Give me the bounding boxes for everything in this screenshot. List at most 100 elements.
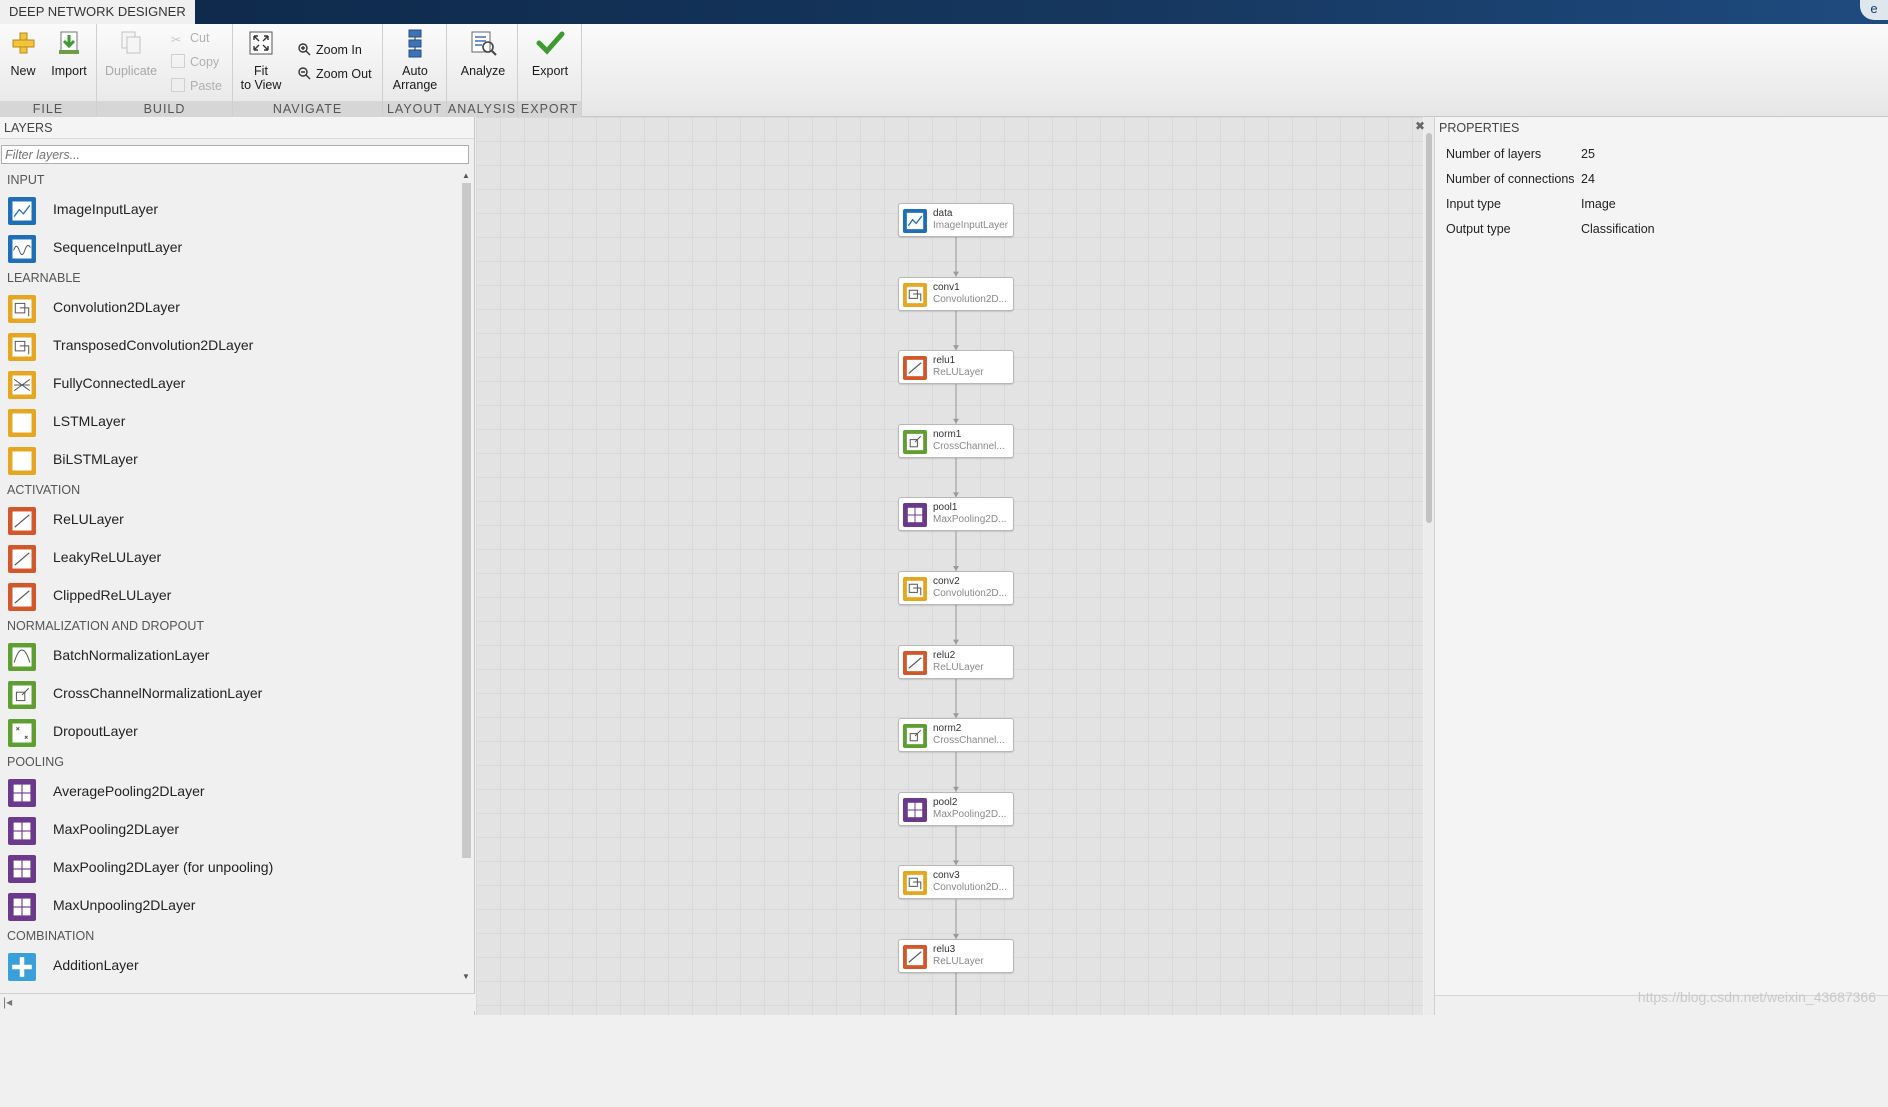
layer-node-data[interactable]: data ImageInputLayer: [898, 203, 1014, 237]
layer-list-item-label: AveragePooling2DLayer: [53, 783, 205, 799]
layer-list-item[interactable]: MaxUnpooling2DLayer: [0, 887, 458, 925]
layer-list-item-label: DropoutLayer: [53, 723, 138, 739]
export-button[interactable]: Export: [528, 28, 572, 78]
copy-button[interactable]: Copy: [171, 52, 219, 72]
canvas-scrollbar[interactable]: [1424, 117, 1434, 1015]
layer-node-conv1[interactable]: conv1 Convolution2D...: [898, 276, 1014, 311]
node-name: relu1: [933, 355, 956, 367]
leaky-relu-icon: [8, 545, 37, 573]
category-header: NORMALIZATION AND DROPOUT: [0, 615, 458, 637]
file-group-label: FILE: [0, 101, 96, 117]
property-row: Number of layers 25: [1446, 147, 1595, 161]
scroll-up-icon[interactable]: ▲: [461, 171, 471, 181]
layers-panel-header: LAYERS: [0, 117, 474, 139]
property-row: Output type Classification: [1446, 222, 1655, 236]
help-icon[interactable]: e: [1860, 0, 1888, 20]
layer-list-item[interactable]: LSTMLayer: [0, 403, 458, 441]
node-type: Convolution2D...: [933, 293, 1007, 305]
layer-list-item[interactable]: ClippedReLULayer: [0, 577, 458, 615]
max-unpooling-icon: [8, 893, 37, 921]
properties-header: PROPERTIES: [1435, 117, 1888, 139]
layer-list-item[interactable]: ReLULayer: [0, 501, 458, 539]
input-layer-icon: [903, 209, 927, 233]
layer-node-pool1[interactable]: pool1 MaxPooling2D...: [898, 497, 1014, 532]
layer-list-item[interactable]: FullyConnectedLayer: [0, 365, 458, 403]
layer-list-item[interactable]: AdditionLayer: [0, 947, 458, 985]
layer-list-item[interactable]: ImageInputLayer: [0, 191, 458, 229]
new-button[interactable]: New: [5, 28, 41, 78]
layer-list-item[interactable]: TransposedConvolution2DLayer: [0, 327, 458, 365]
relu-layer-icon: [903, 356, 927, 381]
node-name: data: [933, 208, 953, 219]
node-type: MaxPooling2D...: [933, 808, 1007, 820]
convolution-icon: [8, 295, 37, 323]
properties-panel: PROPERTIES Number of layers 25 Number of c…: [1434, 117, 1888, 1015]
conv-layer-icon: [903, 577, 927, 601]
layer-list-item-label: TransposedConvolution2DLayer: [53, 337, 254, 353]
category-header: COMBINATION: [0, 925, 458, 947]
pool-layer-icon: [903, 797, 927, 822]
paste-button[interactable]: Paste: [171, 76, 222, 96]
layer-node-relu1[interactable]: relu1 ReLULayer: [898, 350, 1014, 385]
layer-list-item-label: MaxPooling2DLayer: [53, 821, 180, 837]
export-group-label: EXPORT: [518, 101, 581, 117]
scroll-down-icon[interactable]: ▼: [461, 972, 471, 982]
analyze-button[interactable]: Analyze: [457, 28, 509, 78]
layer-list-item[interactable]: SequenceInputLayer: [0, 229, 458, 267]
layer-node-relu3[interactable]: relu3 ReLULayer: [898, 939, 1014, 973]
lstm-icon: [8, 409, 37, 437]
layer-list-item[interactable]: MaxPooling2DLayer (for unpooling): [0, 849, 458, 887]
layer-list-scrollbar[interactable]: ▲ ▼: [459, 169, 473, 984]
navigate-group-label: NAVIGATE: [233, 101, 382, 117]
property-value: 25: [1581, 147, 1595, 161]
property-key: Input type: [1446, 197, 1501, 211]
zoom-out-icon: [298, 67, 311, 80]
cut-button[interactable]: ✂ Cut: [171, 28, 209, 48]
layer-list-item[interactable]: AveragePooling2DLayer: [0, 773, 458, 811]
fit-to-view-button[interactable]: Fit to View: [237, 28, 285, 92]
file-group: New Import FILE: [0, 24, 97, 117]
layer-list-item[interactable]: Convolution2DLayer: [0, 289, 458, 327]
canvas-scrollbar-thumb[interactable]: [1426, 133, 1432, 523]
auto-arrange-button[interactable]: Auto Arrange: [391, 28, 439, 92]
dropout-icon: [8, 719, 37, 747]
node-type: ReLULayer: [933, 367, 984, 379]
scroll-left-icon[interactable]: |◂: [3, 995, 12, 1009]
zoom-out-button[interactable]: Zoom Out: [297, 64, 372, 84]
conv-layer-icon: [903, 282, 927, 307]
build-group: Duplicate ✂ Cut Copy Paste BUILD: [97, 24, 233, 117]
layer-node-conv2[interactable]: conv2 Convolution2D...: [898, 571, 1014, 605]
node-name: conv3: [933, 870, 960, 882]
max-pooling-icon: [8, 817, 37, 845]
layer-list-item[interactable]: CrossChannelNormalizationLayer: [0, 675, 458, 713]
duplicate-button[interactable]: Duplicate: [105, 28, 157, 78]
filter-layers-input[interactable]: [1, 145, 469, 164]
property-key: Number of layers: [1446, 147, 1542, 161]
layer-list-item-label: LeakyReLULayer: [53, 549, 162, 565]
import-icon: [59, 31, 79, 54]
layer-node-norm1[interactable]: norm1 CrossChannel...: [898, 423, 1014, 458]
layer-node-pool2[interactable]: pool2 MaxPooling2D...: [898, 791, 1014, 826]
node-name: relu3: [933, 944, 956, 955]
scrollbar-thumb[interactable]: [462, 183, 471, 858]
layer-node-relu2[interactable]: relu2 ReLULayer: [898, 644, 1014, 679]
layers-panel: LAYERS INPUT ImageInputLayer SequenceInput…: [0, 117, 475, 1015]
import-button[interactable]: Import: [46, 28, 92, 78]
layer-list-item[interactable]: MaxPooling2DLayer: [0, 811, 458, 849]
zoom-in-button[interactable]: Zoom In: [297, 40, 362, 60]
layer-list-item-label: SequenceInputLayer: [53, 239, 183, 255]
layer-list-item[interactable]: BiLSTMLayer: [0, 441, 458, 479]
property-value: Image: [1581, 197, 1616, 211]
horizontal-scrollbar[interactable]: |◂: [0, 993, 475, 1011]
node-type: CrossChannel...: [933, 735, 1005, 747]
layer-list-item[interactable]: BatchNormalizationLayer: [0, 637, 458, 675]
fit-to-view-icon: [249, 31, 273, 55]
layer-list-item-label: ClippedReLULayer: [53, 587, 172, 603]
layer-node-norm2[interactable]: norm2 CrossChannel...: [898, 718, 1014, 753]
export-group: Export EXPORT: [518, 24, 582, 117]
network-canvas[interactable]: data ImageInputLayer conv1 Convolution2D...…: [476, 117, 1423, 1015]
layer-list-item-label: MaxUnpooling2DLayer: [53, 897, 196, 913]
layer-list-item[interactable]: LeakyReLULayer: [0, 539, 458, 577]
layer-node-conv3[interactable]: conv3 Convolution2D...: [898, 865, 1014, 900]
layer-list-item[interactable]: DropoutLayer: [0, 713, 458, 751]
